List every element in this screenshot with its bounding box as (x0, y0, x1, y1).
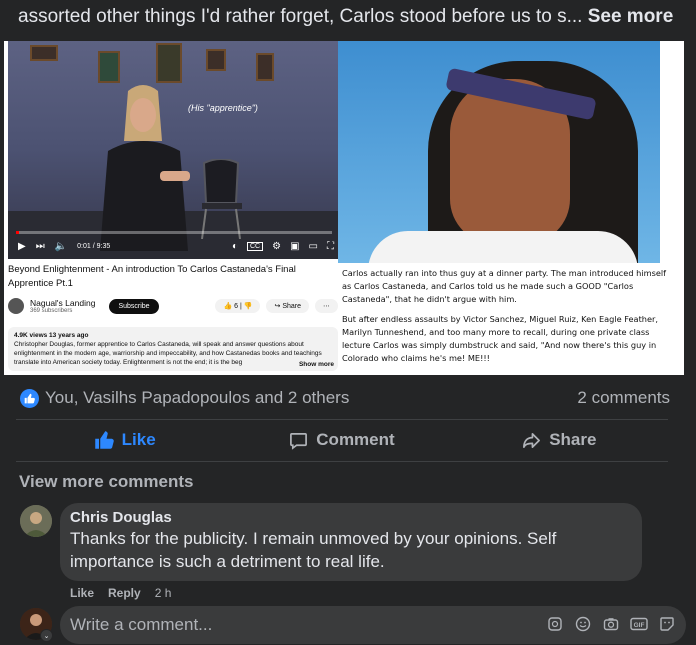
comments-count[interactable]: 2 comments (577, 388, 670, 408)
video-screenshot: (His "apprentice") ▶ ⏭ 🔈 0:01 / 9:35 ◐ C… (8, 41, 340, 259)
wall-picture (30, 45, 58, 61)
chevron-down-icon[interactable]: ⌄ (40, 629, 53, 642)
like-label: Like (121, 430, 156, 449)
avatar[interactable] (20, 505, 52, 537)
comment-text: Thanks for the publicity. I remain unmov… (70, 529, 557, 571)
channel-row: Nagual's Landing 369 subscribers Subscri… (8, 295, 338, 317)
play-icon[interactable]: ▶ (18, 241, 26, 252)
sticker-icon[interactable] (658, 615, 676, 633)
comment-time[interactable]: 2 h (155, 586, 172, 600)
thumbs-down-icon: | 👎 (240, 303, 253, 310)
video-description: 4.9K views 13 years ago Christopher Doug… (8, 327, 338, 371)
reaction-names[interactable]: You, Vasilhs Papadopoulos and 2 others (45, 388, 349, 408)
share-label: Share (549, 430, 597, 449)
comment-input[interactable]: Write a comment... GIF (60, 606, 686, 644)
view-more-comments[interactable]: View more comments (19, 472, 193, 492)
chair-figure (201, 159, 242, 239)
comment-author[interactable]: Chris Douglas (70, 509, 632, 527)
photo-caption-para1: Carlos actually ran into thus guy at a d… (342, 268, 667, 304)
emoji-icon[interactable] (574, 615, 592, 633)
video-stats: 4.9K views 13 years ago (14, 332, 89, 339)
wall-picture (156, 43, 182, 83)
comment-bubble: Chris Douglas Thanks for the publicity. … (60, 503, 642, 581)
more-options-icon: ⋯ (315, 299, 338, 313)
video-meta: Beyond Enlightenment - An introduction T… (8, 263, 338, 371)
channel-name: Nagual's Landing (30, 298, 96, 308)
wall-picture (256, 53, 274, 81)
comment-like-link[interactable]: Like (70, 586, 94, 600)
photo-caption-para2: But after endless assaults by Victor San… (342, 314, 658, 363)
volume-icon[interactable]: 🔈 (55, 241, 67, 252)
video-like-pill: 👍 6 | 👎 (215, 299, 261, 313)
thumbs-up-icon (94, 431, 114, 449)
miniplayer-icon[interactable]: ▣ (290, 241, 299, 252)
channel-subscribers: 369 subscribers (30, 308, 73, 314)
comment-meta: Like Reply 2 h (70, 586, 171, 600)
video-progress-fill (16, 231, 20, 234)
see-more-link[interactable]: See more (588, 6, 674, 27)
share-icon (523, 432, 541, 448)
video-likes: 6 (234, 303, 239, 310)
post-image[interactable]: (His "apprentice") ▶ ⏭ 🔈 0:01 / 9:35 ◐ C… (4, 41, 684, 375)
gif-icon[interactable]: GIF (630, 615, 648, 633)
comment-composer: ⌄ Write a comment... GIF (18, 605, 686, 645)
like-reaction-icon (20, 388, 39, 408)
thumbs-up-icon: 👍 (223, 303, 233, 310)
reactions-row: You, Vasilhs Papadopoulos and 2 others 2… (20, 385, 670, 411)
wall-picture (98, 51, 120, 83)
photo-shirt (368, 231, 638, 263)
video-actions: 👍 6 | 👎 ↪ Share ⋯ (215, 299, 338, 313)
avatar-sticker-icon[interactable] (546, 615, 564, 633)
video-time: 0:01 / 9:35 (77, 242, 111, 250)
composer-icons: GIF (546, 615, 676, 633)
comment-button[interactable]: Comment (233, 420, 450, 460)
comment-reply-link[interactable]: Reply (108, 586, 141, 600)
video-overlay-caption: (His "apprentice") (188, 103, 258, 113)
channel-avatar (8, 298, 24, 314)
next-icon[interactable]: ⏭ (36, 241, 45, 252)
wall-picture (206, 49, 226, 71)
post-text: assorted other things I'd rather forget,… (18, 2, 688, 34)
video-controls: ▶ ⏭ 🔈 0:01 / 9:35 ◐ CC ⚙ ▣ ▭ ⛶ (18, 237, 334, 255)
camera-icon[interactable] (602, 615, 620, 633)
speaker-figure (100, 85, 190, 251)
divider (16, 461, 668, 462)
video-progress-bar[interactable] (16, 231, 332, 234)
video-share-label: Share (282, 303, 301, 310)
subscribe-button: Subscribe (109, 298, 159, 314)
fullscreen-icon[interactable]: ⛶ (327, 241, 334, 252)
portrait-photo (338, 41, 660, 263)
photo-caption: Carlos actually ran into thus guy at a d… (342, 267, 672, 365)
video-share-pill: ↪ Share (266, 299, 309, 313)
comment-icon (290, 432, 308, 450)
video-title: Beyond Enlightenment - An introduction T… (8, 264, 296, 289)
autoplay-toggle-icon[interactable]: ◐ (232, 241, 238, 252)
comment-label: Comment (316, 430, 395, 449)
like-button[interactable]: Like (16, 420, 233, 460)
theater-mode-icon[interactable]: ▭ (309, 241, 318, 252)
show-more-label: Show more (294, 360, 334, 369)
video-description-text: Christopher Douglas, former apprentice t… (14, 341, 322, 366)
settings-gear-icon[interactable]: ⚙ (272, 241, 281, 252)
post-actions: Like Comment Share (16, 420, 668, 460)
share-button[interactable]: Share (451, 420, 668, 460)
comment-input-placeholder: Write a comment... (70, 615, 213, 634)
post-text-body: assorted other things I'd rather forget,… (18, 6, 583, 27)
captions-icon[interactable]: CC (247, 241, 264, 251)
svg-text:GIF: GIF (634, 622, 645, 629)
share-arrow-icon: ↪ (274, 303, 281, 310)
channel-info: Nagual's Landing 369 subscribers (30, 298, 95, 314)
